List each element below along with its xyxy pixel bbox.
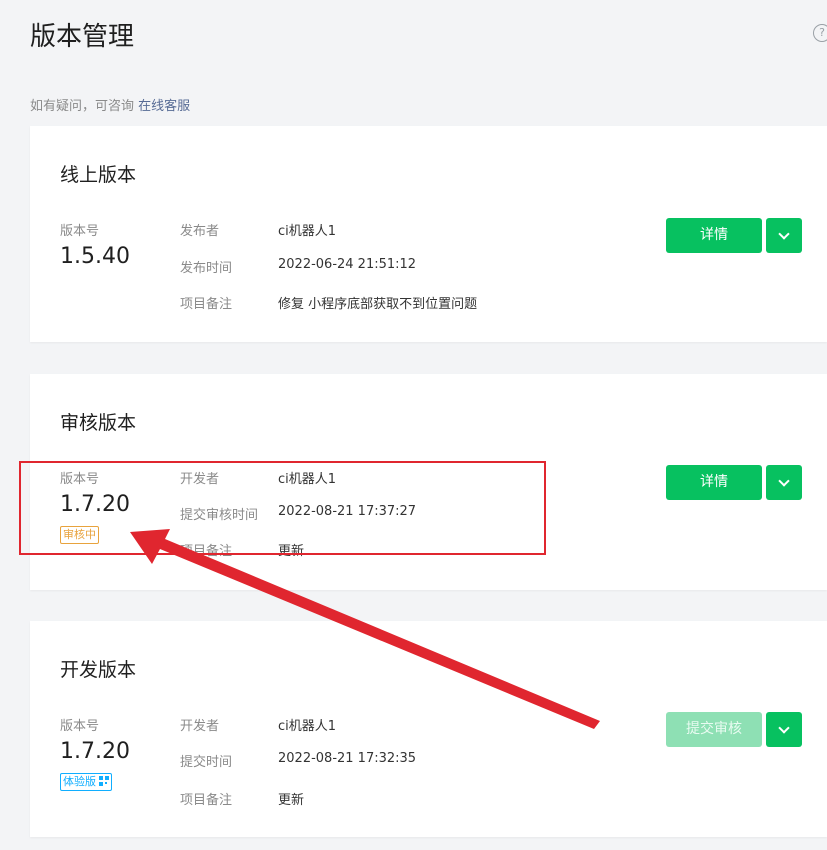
developer-label: 开发者 [180, 719, 220, 734]
note-value: 修复 小程序底部获取不到位置问题 [278, 297, 478, 312]
dev-version-card: 开发版本 版本号 1.7.20 体验版 开发者 ci机器人1 提交时间 2022… [30, 621, 827, 837]
card-title: 审核版本 [60, 412, 137, 434]
note-label: 项目备注 [180, 297, 233, 312]
version-number: 1.5.40 [60, 244, 130, 269]
submit-review-button: 提交审核 [666, 712, 762, 747]
publisher-value: ci机器人1 [278, 224, 337, 239]
more-dropdown-button[interactable] [766, 712, 802, 747]
page-title: 版本管理 [30, 22, 135, 52]
version-label: 版本号 [60, 719, 100, 734]
chevron-down-icon [778, 722, 790, 734]
help-icon[interactable]: ? [813, 24, 827, 42]
consult-line: 如有疑问，可咨询 在线客服 [30, 95, 190, 114]
card-title: 线上版本 [60, 164, 137, 186]
chevron-down-icon [778, 475, 790, 487]
submit-time-value: 2022-08-21 17:32:35 [278, 751, 417, 766]
card-title: 开发版本 [60, 659, 137, 681]
submit-time-label: 提交时间 [180, 755, 233, 770]
version-number: 1.7.20 [60, 739, 130, 764]
more-dropdown-button[interactable] [766, 465, 802, 500]
detail-button[interactable]: 详情 [666, 218, 762, 253]
chevron-down-icon [778, 228, 790, 240]
trial-version-badge[interactable]: 体验版 [60, 773, 112, 791]
qrcode-icon [99, 776, 109, 786]
online-version-card: 线上版本 版本号 1.5.40 发布者 ci机器人1 发布时间 2022-06-… [30, 126, 827, 342]
annotation-highlight-box [19, 461, 546, 555]
more-dropdown-button[interactable] [766, 218, 802, 253]
note-value: 更新 [278, 793, 305, 808]
publish-time-value: 2022-06-24 21:51:12 [278, 257, 417, 272]
online-service-link[interactable]: 在线客服 [138, 99, 190, 114]
version-label: 版本号 [60, 224, 100, 239]
note-label: 项目备注 [180, 793, 233, 808]
detail-button[interactable]: 详情 [666, 465, 762, 500]
consult-text: 如有疑问，可咨询 [30, 99, 135, 114]
publisher-label: 发布者 [180, 224, 220, 239]
publish-time-label: 发布时间 [180, 261, 233, 276]
developer-value: ci机器人1 [278, 719, 337, 734]
trial-version-label: 体验版 [63, 775, 96, 788]
